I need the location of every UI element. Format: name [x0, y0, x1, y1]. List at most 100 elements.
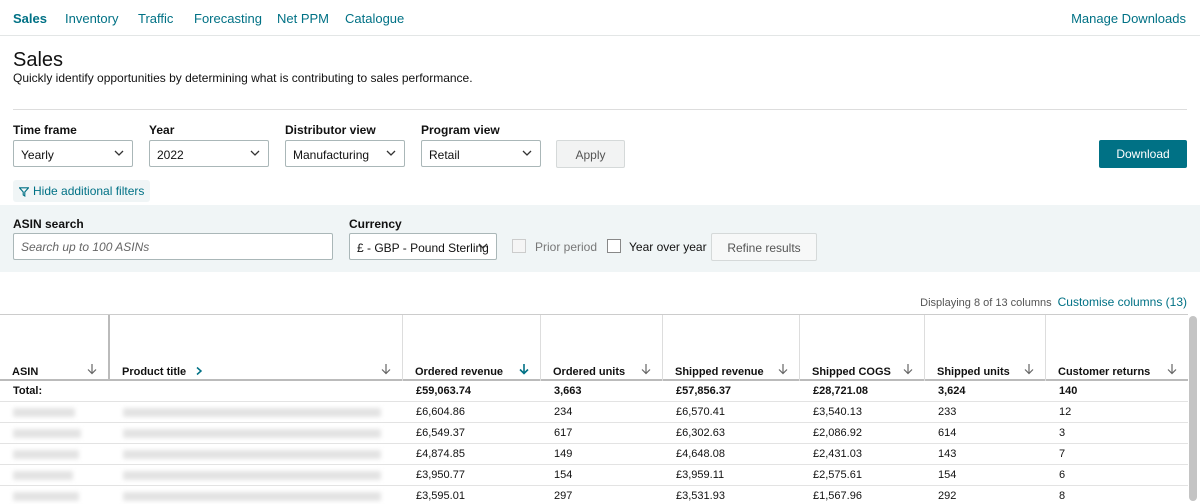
table-cell: £6,604.86	[416, 406, 465, 418]
table-cell: 614	[938, 427, 957, 439]
additional-filters-panel: ASIN search Currency £ - GBP - Pound Ste…	[0, 205, 1200, 272]
table-cell: £3,540.13	[813, 406, 862, 418]
time-frame-value: Yearly	[21, 148, 54, 162]
sort-arrow-icon[interactable]	[777, 363, 789, 375]
sort-arrow-icon[interactable]	[86, 363, 98, 375]
hide-filters-label: Hide additional filters	[33, 184, 145, 198]
program-view-select[interactable]: Retail	[421, 140, 541, 167]
column-label: Ordered units	[553, 366, 626, 378]
columns-displayed-text: Displaying 8 of 13 columns	[920, 297, 1052, 309]
table-scrollbar[interactable]	[1189, 316, 1197, 501]
column-info: Displaying 8 of 13 columns Customise colu…	[920, 295, 1187, 309]
table-cell: £4,648.08	[676, 448, 725, 460]
column-label: Shipped revenue	[675, 366, 764, 378]
column-header-customer-returns[interactable]: Customer returns	[1046, 315, 1188, 381]
table-cell: £3,950.77	[416, 469, 465, 481]
sort-arrow-icon[interactable]	[902, 363, 914, 375]
sales-table: ASIN Product title Ordered revenue Order…	[0, 314, 1200, 504]
table-cell: £2,431.03	[813, 448, 862, 460]
tab-inventory[interactable]: Inventory	[65, 11, 118, 26]
download-button[interactable]: Download	[1099, 140, 1187, 168]
column-header-ordered-revenue[interactable]: Ordered revenue	[403, 315, 541, 381]
sort-arrow-icon[interactable]	[640, 363, 652, 375]
table-cell: £2,575.61	[813, 469, 862, 481]
table-cell: 8	[1059, 490, 1066, 502]
program-view-value: Retail	[429, 148, 460, 162]
divider	[13, 109, 1187, 110]
tab-forecasting[interactable]: Forecasting	[194, 11, 262, 26]
table-total-row: Total: £59,063.74 3,663 £57,856.37 £28,7…	[0, 381, 1188, 402]
apply-button[interactable]: Apply	[556, 140, 625, 168]
asin-search-input[interactable]	[13, 233, 333, 260]
time-frame-select[interactable]: Yearly	[13, 140, 133, 167]
time-frame-label: Time frame	[13, 123, 77, 137]
table-cell: £6,302.63	[676, 427, 725, 439]
table-row[interactable]: £3,595.01 297 £3,531.93 £1,567.96 292 8	[0, 486, 1188, 504]
table-cell: 154	[938, 469, 957, 481]
tab-traffic[interactable]: Traffic	[138, 11, 173, 26]
column-label: Shipped units	[937, 366, 1010, 378]
year-label: Year	[149, 123, 175, 137]
year-value: 2022	[157, 148, 184, 162]
table-row[interactable]: £6,604.86 234 £6,570.41 £3,540.13 233 12	[0, 402, 1188, 423]
distributor-view-label: Distributor view	[285, 123, 376, 137]
filter-icon	[18, 187, 30, 197]
customise-columns-link[interactable]: Customise columns (13)	[1058, 295, 1187, 309]
redacted-product-title	[123, 429, 381, 438]
column-header-shipped-units[interactable]: Shipped units	[925, 315, 1046, 381]
sort-arrow-icon[interactable]	[1166, 363, 1178, 375]
manage-downloads-link[interactable]: Manage Downloads	[1071, 11, 1186, 26]
page-subtitle: Quickly identify opportunities by determ…	[13, 71, 473, 85]
column-header-product-title[interactable]: Product title	[110, 315, 403, 381]
currency-select[interactable]: £ - GBP - Pound Sterling	[349, 233, 497, 260]
table-cell: £3,959.11	[676, 469, 725, 481]
table-row[interactable]: £6,549.37 617 £6,302.63 £2,086.92 614 3	[0, 423, 1188, 444]
table-cell: £59,063.74	[416, 385, 472, 397]
column-label: Shipped COGS	[812, 366, 891, 378]
prior-period-checkbox[interactable]	[512, 239, 526, 253]
table-cell: 3,663	[554, 385, 582, 397]
currency-label: Currency	[349, 217, 402, 231]
tab-sales[interactable]: Sales	[13, 11, 47, 26]
table-row[interactable]: £4,874.85 149 £4,648.08 £2,431.03 143 7	[0, 444, 1188, 465]
tab-catalogue[interactable]: Catalogue	[345, 11, 404, 26]
chevron-right-icon[interactable]	[194, 366, 204, 376]
table-cell: £6,570.41	[676, 406, 725, 418]
column-header-asin[interactable]: ASIN	[0, 315, 110, 381]
table-cell: 3	[1059, 427, 1066, 439]
redacted-asin	[13, 471, 73, 480]
table-cell: 617	[554, 427, 573, 439]
chevron-down-icon	[478, 243, 488, 249]
chevron-down-icon	[114, 150, 124, 156]
chevron-down-icon	[522, 150, 532, 156]
currency-value: £ - GBP - Pound Sterling	[357, 241, 489, 255]
redacted-product-title	[123, 408, 381, 417]
table-cell: 143	[938, 448, 957, 460]
redacted-asin	[13, 429, 81, 438]
year-over-year-checkbox[interactable]	[607, 239, 621, 253]
total-label: Total:	[13, 385, 43, 397]
year-select[interactable]: 2022	[149, 140, 269, 167]
table-cell: 3,624	[938, 385, 966, 397]
program-view-label: Program view	[421, 123, 500, 137]
table-cell: 154	[554, 469, 573, 481]
column-header-shipped-cogs[interactable]: Shipped COGS	[800, 315, 925, 381]
table-row[interactable]: £3,950.77 154 £3,959.11 £2,575.61 154 6	[0, 465, 1188, 486]
table-cell: £4,874.85	[416, 448, 465, 460]
column-header-shipped-revenue[interactable]: Shipped revenue	[663, 315, 800, 381]
sort-arrow-icon[interactable]	[380, 363, 392, 375]
redacted-asin	[13, 450, 79, 459]
sort-arrow-icon[interactable]	[1023, 363, 1035, 375]
column-label: Customer returns	[1058, 366, 1151, 378]
distributor-view-select[interactable]: Manufacturing	[285, 140, 405, 167]
tab-net-ppm[interactable]: Net PPM	[277, 11, 329, 26]
sort-arrow-active-icon[interactable]	[518, 363, 530, 375]
table-cell: £3,531.93	[676, 490, 725, 502]
table-cell: £2,086.92	[813, 427, 862, 439]
refine-results-button[interactable]: Refine results	[711, 233, 817, 261]
top-navigation: Sales Inventory Traffic Forecasting Net …	[0, 0, 1200, 36]
table-cell: 297	[554, 490, 573, 502]
column-header-ordered-units[interactable]: Ordered units	[541, 315, 663, 381]
table-cell: 6	[1059, 469, 1066, 481]
hide-additional-filters-toggle[interactable]: Hide additional filters	[13, 180, 151, 202]
